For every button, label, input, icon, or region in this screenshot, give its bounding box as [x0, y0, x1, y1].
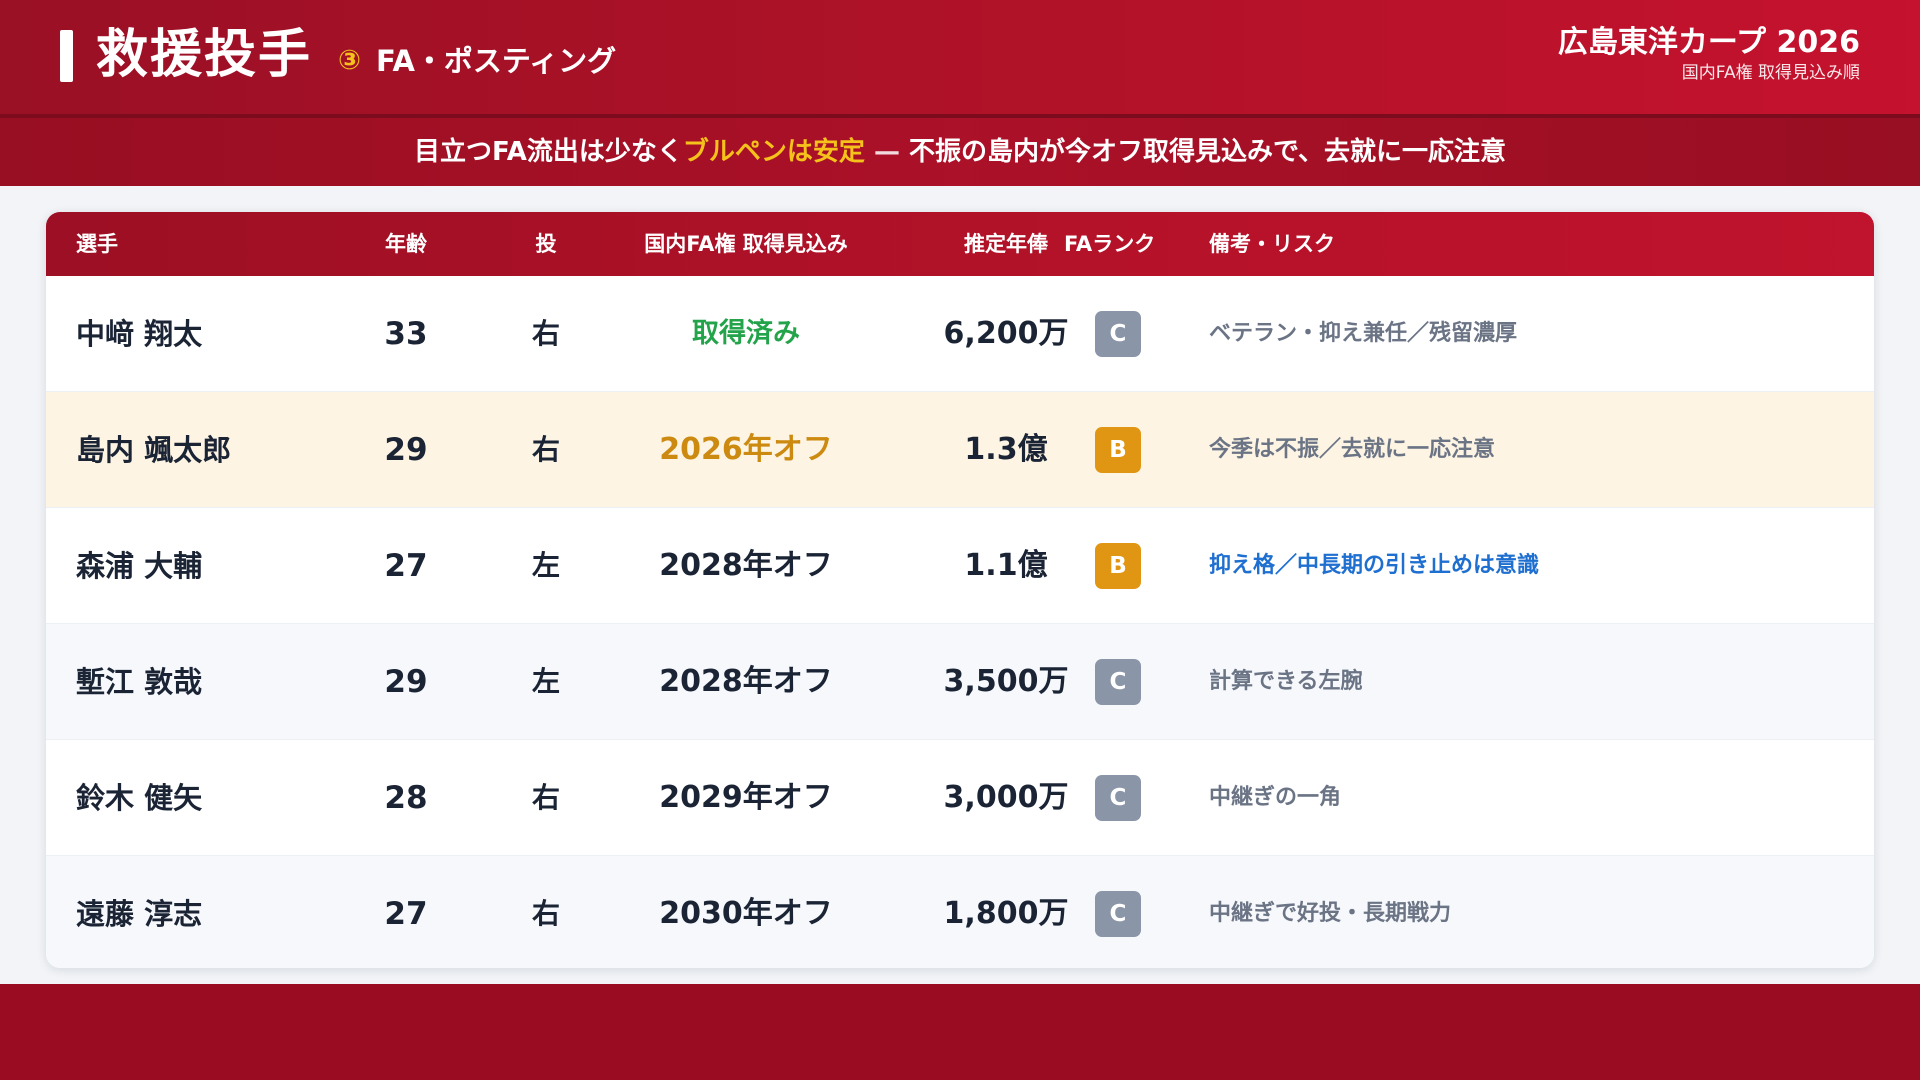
- table-row: 鈴木 健矢 28 右 2029年オフ 3,000万 C 中継ぎの一角: [46, 740, 1874, 856]
- player-age: 29: [384, 432, 428, 468]
- player-notes: ベテラン・抑え兼任／残留濃厚: [1209, 321, 1518, 346]
- fa-rank-badge: B: [1095, 427, 1141, 473]
- estimated-salary: 3,000万: [943, 780, 1069, 815]
- player-age: 29: [384, 664, 428, 700]
- estimated-salary: 6,200万: [943, 316, 1069, 351]
- fa-eligibility: 2028年オフ: [659, 548, 833, 583]
- fa-eligibility: 取得済み: [692, 318, 800, 349]
- player-notes: 今季は不振／去就に一応注意: [1209, 437, 1496, 462]
- player-notes: 計算できる左腕: [1209, 669, 1363, 694]
- estimated-salary: 1,800万: [943, 896, 1069, 931]
- player-name: 遠藤 淳志: [76, 897, 203, 931]
- sort-order-label: 国内FA権 取得見込み順: [1681, 63, 1860, 83]
- header-fa: 国内FA権 取得見込み: [644, 232, 848, 256]
- player-age: 27: [384, 896, 428, 932]
- table-header: 選手 年齢 投 国内FA権 取得見込み 推定年俸 FAランク 備考・リスク: [46, 212, 1874, 276]
- player-name: 塹江 敦哉: [76, 665, 203, 699]
- fa-rank: B: [1095, 508, 1141, 624]
- fa-rank-badge: C: [1095, 311, 1141, 357]
- page-footer: [0, 984, 1920, 1080]
- player-name: 島内 颯太郎: [76, 433, 232, 467]
- table-row: 森浦 大輔 27 左 2028年オフ 1.1億 B 抑え格／中長期の引き止めは意…: [46, 508, 1874, 624]
- table-row: 塹江 敦哉 29 左 2028年オフ 3,500万 C 計算できる左腕: [46, 624, 1874, 740]
- fa-rank-badge: C: [1095, 775, 1141, 821]
- summary-text-part2: 不振の島内が今オフ取得見込みで、去就に一応注意: [909, 137, 1506, 167]
- player-notes: 抑え格／中長期の引き止めは意識: [1209, 553, 1540, 578]
- estimated-salary: 1.3億: [964, 432, 1048, 467]
- fa-rank: C: [1095, 276, 1141, 392]
- fa-eligibility: 2030年オフ: [659, 896, 833, 931]
- table-row: 中﨑 翔太 33 右 取得済み 6,200万 C ベテラン・抑え兼任／残留濃厚: [46, 276, 1874, 392]
- roster-table: 選手 年齢 投 国内FA権 取得見込み 推定年俸 FAランク 備考・リスク 中﨑…: [46, 212, 1874, 968]
- fa-rank-badge: C: [1095, 659, 1141, 705]
- player-name: 森浦 大輔: [76, 549, 203, 583]
- page-subtitle: FA・ポスティング: [376, 44, 617, 78]
- table-row: 島内 颯太郎 29 右 2026年オフ 1.3億 B 今季は不振／去就に一応注意: [46, 392, 1874, 508]
- table-row: 遠藤 淳志 27 右 2030年オフ 1,800万 C 中継ぎで好投・長期戦力: [46, 856, 1874, 968]
- header-accent-bar: [60, 30, 73, 82]
- player-age: 28: [384, 780, 428, 816]
- header-age: 年齢: [385, 232, 427, 256]
- player-notes: 中継ぎの一角: [1209, 785, 1342, 810]
- estimated-salary: 3,500万: [943, 664, 1069, 699]
- fa-rank: C: [1095, 856, 1141, 968]
- estimated-salary: 1.1億: [964, 548, 1048, 583]
- fa-eligibility: 2026年オフ: [659, 432, 833, 467]
- summary-dash: —: [864, 137, 910, 167]
- player-name: 鈴木 健矢: [76, 781, 203, 815]
- fa-rank: B: [1095, 392, 1141, 508]
- page-header: 救援投手 ③ FA・ポスティング 広島東洋カープ 2026 国内FA権 取得見込…: [0, 0, 1920, 114]
- page-title: 救援投手: [96, 25, 313, 85]
- player-age: 33: [384, 316, 428, 352]
- fa-eligibility: 2028年オフ: [659, 664, 833, 699]
- fa-rank: C: [1095, 624, 1141, 740]
- header-player: 選手: [76, 232, 118, 256]
- team-label: 広島東洋カープ 2026: [1557, 25, 1860, 60]
- fa-eligibility: 2029年オフ: [659, 780, 833, 815]
- summary-banner: 目立つFA流出は少なくブルペンは安定 — 不振の島内が今オフ取得見込みで、去就に…: [0, 118, 1920, 186]
- header-rank: FAランク: [1064, 232, 1156, 256]
- fa-rank-badge: B: [1095, 543, 1141, 589]
- player-name: 中﨑 翔太: [76, 317, 203, 351]
- player-age: 27: [384, 548, 428, 584]
- summary-highlight: ブルペンは安定: [682, 137, 865, 167]
- summary-text-part1: 目立つFA流出は少なく: [414, 137, 683, 167]
- header-notes: 備考・リスク: [1209, 232, 1335, 256]
- section-number: ③: [338, 45, 361, 76]
- fa-rank-badge: C: [1095, 891, 1141, 937]
- player-notes: 中継ぎで好投・長期戦力: [1209, 901, 1452, 926]
- fa-rank: C: [1095, 740, 1141, 856]
